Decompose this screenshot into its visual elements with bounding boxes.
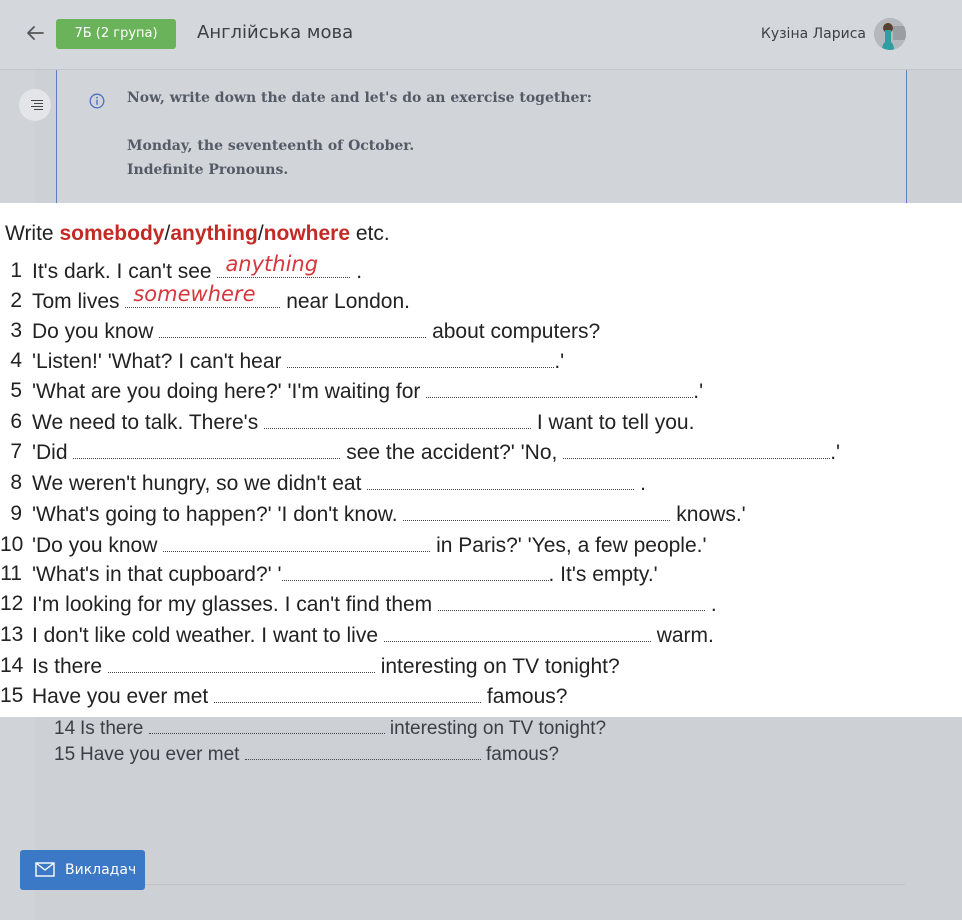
handwritten-answer: somewhere [133,282,256,306]
divider [145,884,905,885]
handwritten-answer: anything [225,252,319,276]
note-date: Monday, the seventeenth of October. [127,138,415,154]
group-badge[interactable]: 7Б (2 група) [56,19,176,49]
avatar[interactable] [874,18,906,50]
arrow-left-icon[interactable] [24,22,46,44]
note-instruction: Now, write down the date and let's do an… [127,90,592,106]
note-topic: Indefinite Pronouns. [127,162,289,178]
top-bar: 7Б (2 група) Англійська мова Кузіна Лари… [0,0,962,70]
teacher-button[interactable]: Викладач [20,850,145,890]
mail-icon [35,862,55,877]
outline-menu-icon[interactable] [19,89,51,121]
background-exercise-item: 14 Is there interesting on TV tonight? [54,718,607,739]
background-exercise-item: 15 Have you ever met famous? [54,744,559,765]
exercise-image: Write somebody/anything/nowhere etc. 1 I… [0,203,962,717]
exercise-title: Write somebody/anything/nowhere etc. [5,222,390,245]
user-name[interactable]: Кузіна Лариса [761,26,866,42]
info-icon [89,93,105,109]
subject-title: Англійська мова [197,22,354,43]
teacher-button-label: Викладач [65,862,137,878]
